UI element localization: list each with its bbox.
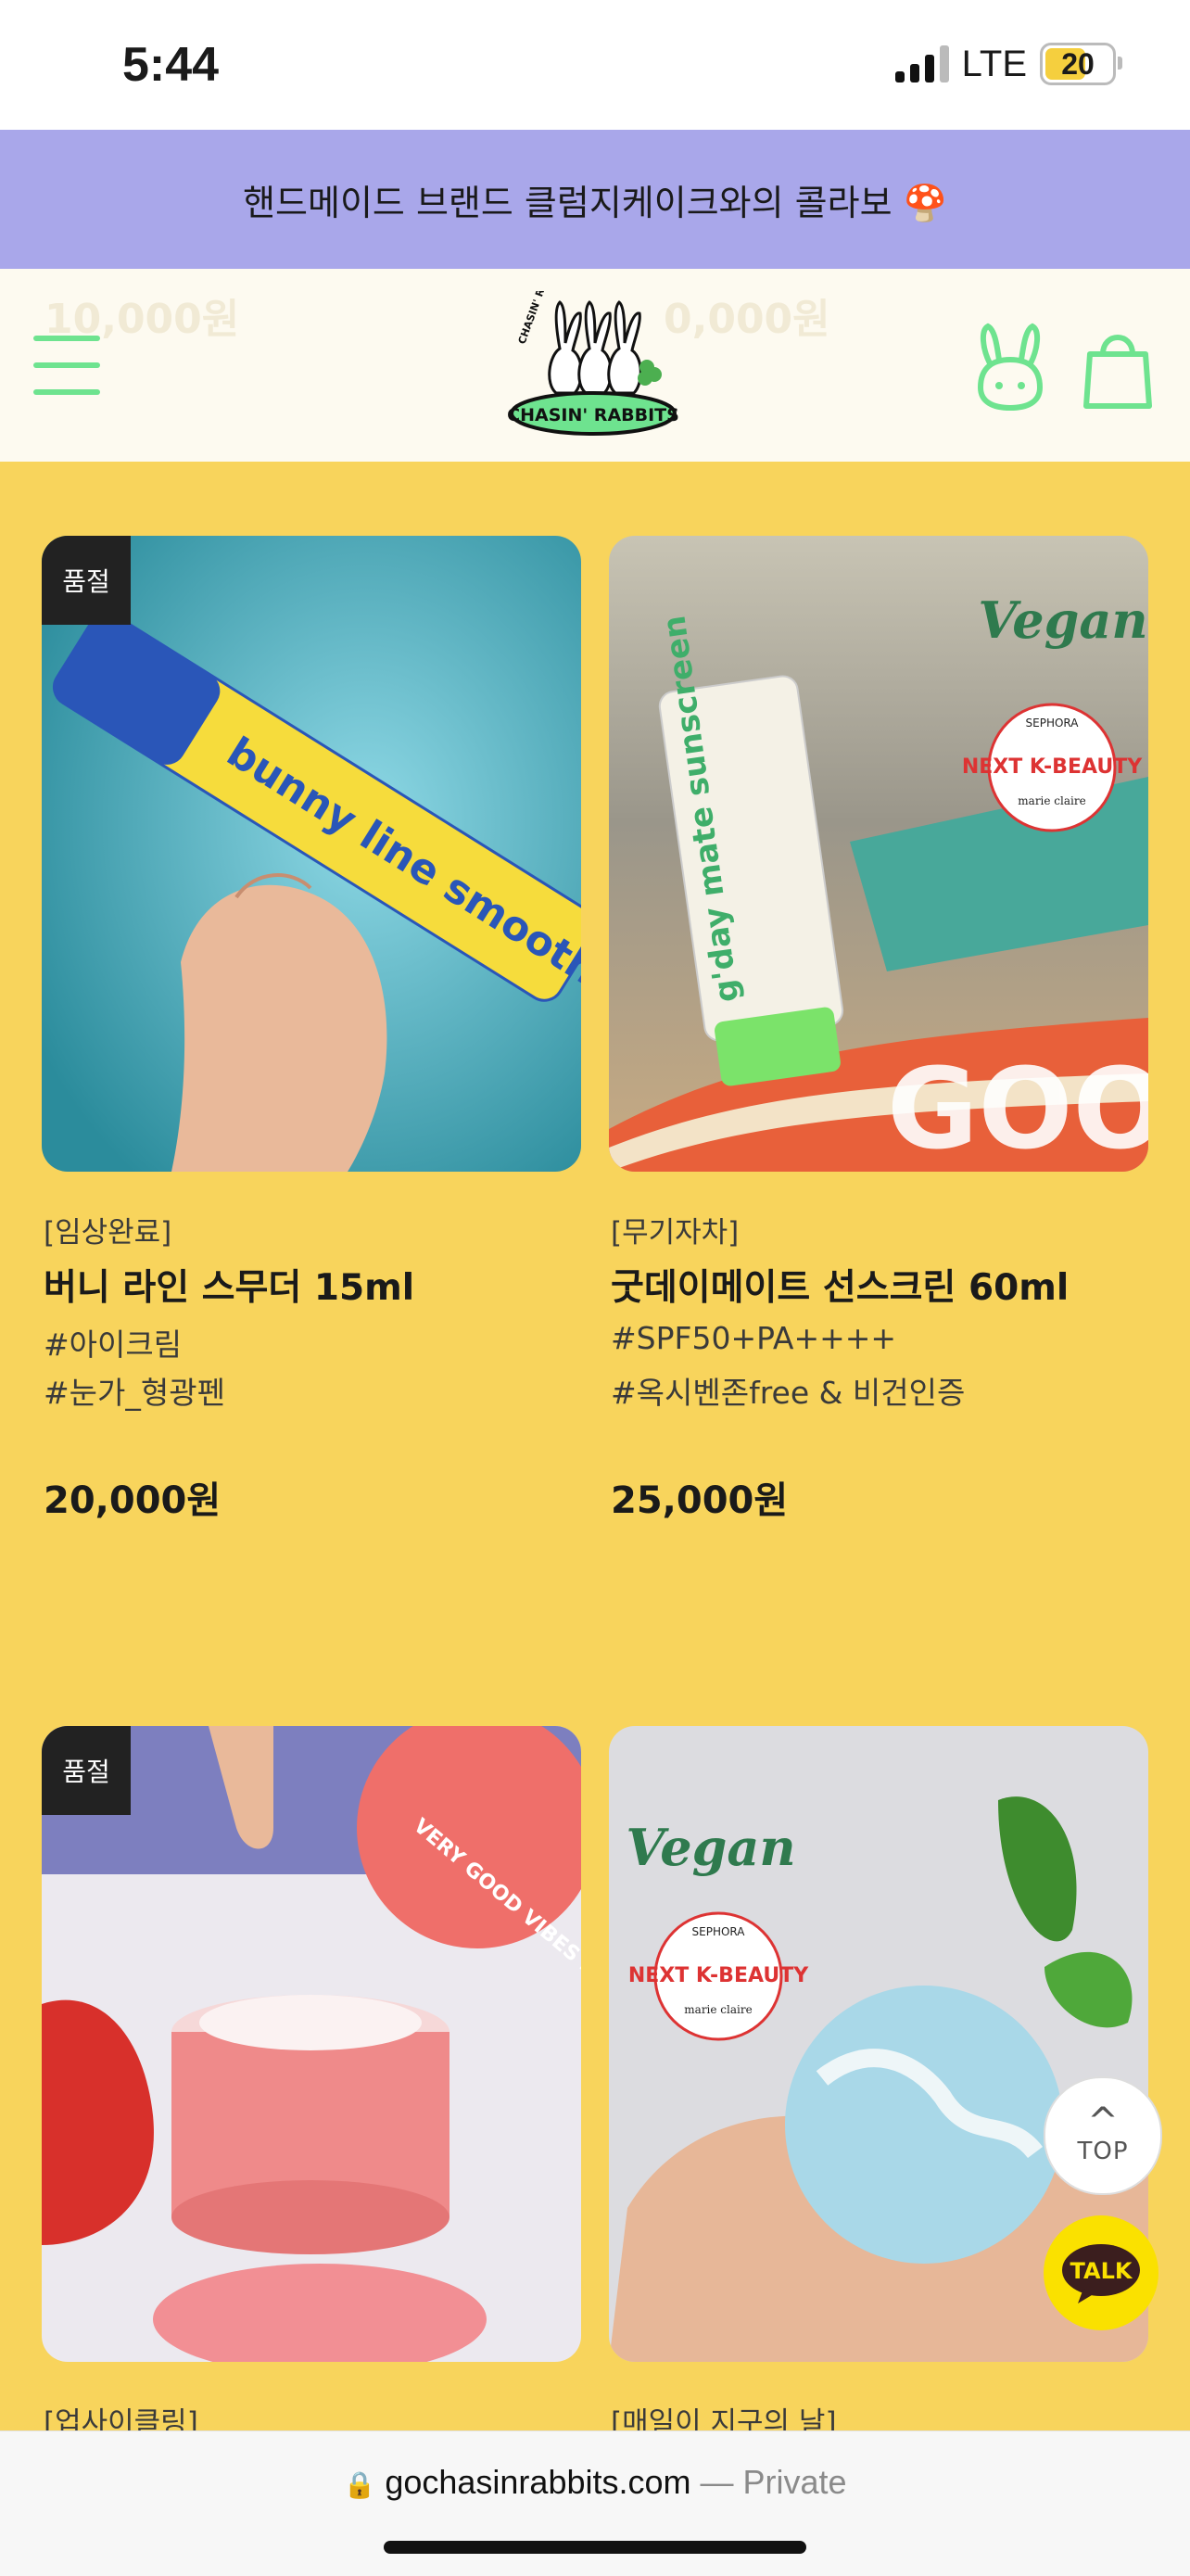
award-badge: NEXT K-BEAUTY (962, 755, 1143, 779)
logo-ring-text: CHASIN' RABBITS (516, 291, 562, 346)
kakao-talk-button[interactable]: TALK (1044, 2215, 1158, 2330)
product-image[interactable]: VERY GOOD VIBES PERFUME CREAM (42, 1726, 581, 2362)
product-category: [임상완료] (44, 1216, 172, 1250)
lock-icon: 🔒 (343, 2470, 376, 2499)
brand-logo[interactable]: CHASIN' RABBITS CHASIN' RABBITS (508, 291, 678, 439)
product-tag: #SPF50+PA++++ (611, 1320, 897, 1356)
image-banner-text: GOOD (887, 1046, 1148, 1172)
battery-icon: 20 (1040, 43, 1122, 85)
product-name[interactable]: 버니 라인 스무더 15ml (44, 1259, 414, 1311)
talk-label: TALK (1070, 2258, 1133, 2284)
product-tag: #옥시벤존free & 비건인증 (611, 1375, 966, 1411)
chat-bubble-icon: TALK (1062, 2244, 1140, 2303)
site-header: 10,000원 0,000원 CHASIN' RABBITS CHASIN' R… (0, 269, 1190, 462)
browser-toolbar: 🔒 gochasinrabbits.com — Private (0, 2430, 1190, 2576)
promo-banner[interactable]: 핸드메이드 브랜드 클럼지케이크와의 콜라보 🍄 (0, 130, 1190, 269)
product-image[interactable]: g'day mate sunscreen Vegan SEPHORA NEXT … (609, 536, 1148, 1172)
menu-icon[interactable] (33, 336, 100, 395)
sold-out-badge: 품절 (42, 536, 131, 625)
scroll-top-button[interactable]: ^ TOP (1044, 2076, 1162, 2195)
vegan-badge: Vegan (626, 1818, 795, 1877)
address-bar[interactable]: 🔒 gochasinrabbits.com — Private (0, 2463, 1190, 2502)
home-indicator[interactable] (384, 2541, 806, 2554)
url-domain: gochasinrabbits.com (385, 2463, 691, 2501)
logo-wordmark: CHASIN' RABBITS (508, 405, 678, 425)
battery-level: 20 (1061, 46, 1095, 81)
award-badge: NEXT K-BEAUTY (628, 1964, 809, 1987)
network-type: LTE (961, 43, 1027, 84)
scroll-top-label: TOP (1077, 2138, 1129, 2165)
product-price: 20,000원 (44, 1479, 222, 1522)
promo-banner-text: 핸드메이드 브랜드 클럼지케이크와의 콜라보 🍄 (243, 182, 947, 223)
chevron-up-icon: ^ (1087, 2100, 1119, 2143)
award-sub: marie claire (1018, 794, 1085, 807)
ghost-price: 0,000원 (664, 296, 830, 343)
product-image[interactable]: bunny line smoother (42, 536, 581, 1172)
product-tag: #아이크림 (44, 1326, 183, 1363)
award-sub: marie claire (684, 2003, 752, 2016)
status-bar: 5:44 LTE 20 (0, 0, 1190, 130)
rabbit-icon[interactable] (973, 323, 1047, 412)
sold-out-badge: 품절 (42, 1726, 131, 1815)
product-price: 25,000원 (611, 1479, 789, 1522)
product-category: [무기자차] (611, 1216, 740, 1250)
product-name[interactable]: 굿데이메이트 선스크린 60ml (611, 1259, 1069, 1311)
shopping-bag-icon[interactable] (1081, 323, 1155, 412)
award-brand: SEPHORA (1026, 717, 1080, 730)
private-mode-label: — Private (700, 2463, 847, 2501)
status-indicators: LTE 20 (894, 43, 1122, 85)
status-time: 5:44 (122, 38, 220, 92)
award-brand: SEPHORA (692, 1925, 746, 1938)
signal-icon (894, 45, 949, 82)
vegan-badge: Vegan (978, 590, 1147, 650)
product-tag: #눈가_형광펜 (44, 1375, 225, 1411)
